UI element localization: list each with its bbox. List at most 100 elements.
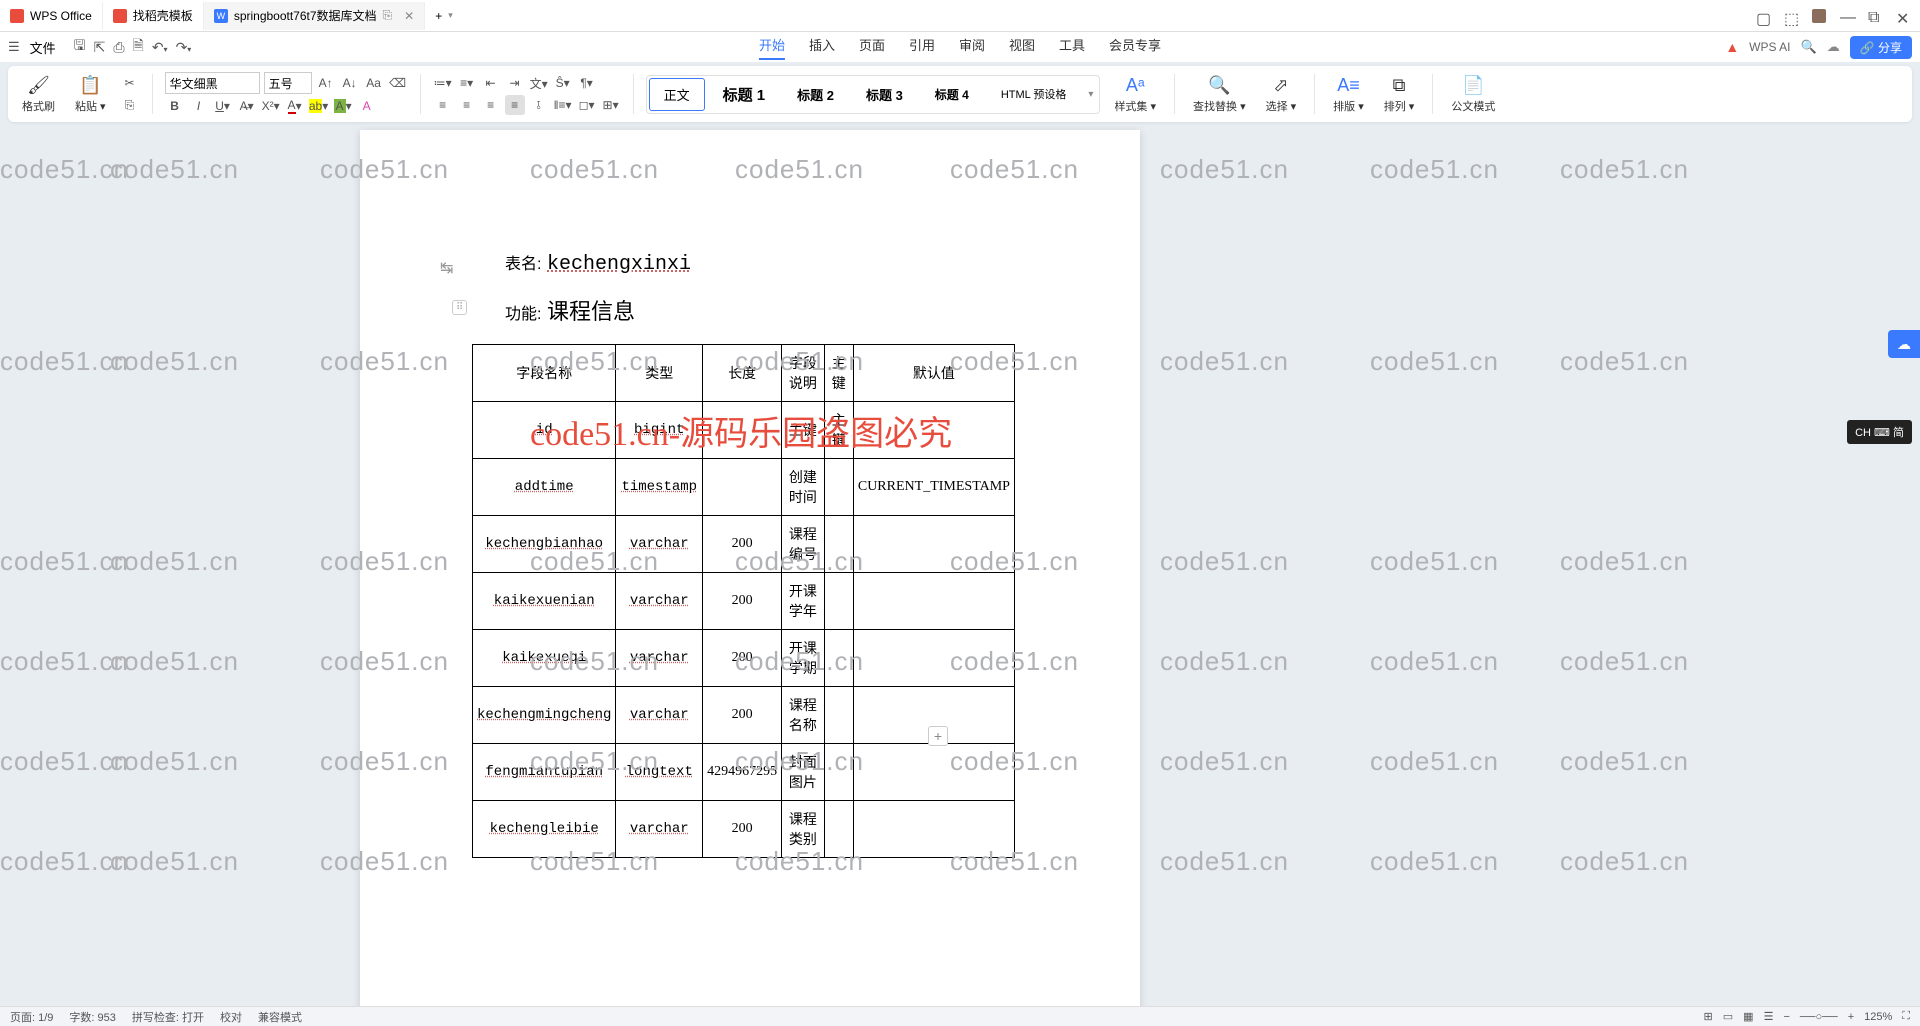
export-icon[interactable]: ⇱	[94, 39, 106, 56]
table-cell[interactable]: 创建时间	[782, 459, 825, 516]
style-h2[interactable]: 标题 2	[783, 79, 848, 110]
hamburger-icon[interactable]: ☰	[8, 39, 20, 55]
table-cell[interactable]: 课程类别	[782, 801, 825, 858]
view-print-icon[interactable]: ⊞	[1704, 1010, 1713, 1023]
workspace-icon[interactable]: ▢	[1756, 9, 1770, 23]
tab-tools[interactable]: 工具	[1059, 35, 1085, 60]
cut-icon[interactable]: ✂	[120, 73, 140, 93]
view-web-icon[interactable]: ▦	[1743, 1010, 1753, 1023]
table-cell[interactable]: 课程名称	[782, 687, 825, 744]
schema-table[interactable]: 字段名称 类型 长度 字段说明 主键 默认值 idbigint主键主键addti…	[472, 344, 1015, 858]
table-cell[interactable]	[703, 459, 782, 516]
text-direction-icon[interactable]: 文▾	[529, 73, 549, 93]
borders-icon[interactable]: ⊞▾	[601, 95, 621, 115]
tab-review[interactable]: 审阅	[959, 35, 985, 60]
status-page[interactable]: 页面: 1/9	[10, 1009, 53, 1025]
tab-home[interactable]: 开始	[759, 35, 785, 60]
style-html[interactable]: HTML 预设格	[987, 80, 1081, 108]
table-row[interactable]: addtimetimestamp创建时间CURRENT_TIMESTAMP	[473, 459, 1015, 516]
status-spell[interactable]: 拼写检查: 打开	[132, 1009, 204, 1025]
shading-icon[interactable]: A▾	[333, 96, 353, 116]
table-cell[interactable]: varchar	[616, 687, 703, 744]
arrange-button[interactable]: ⧉ 排列 ▾	[1378, 75, 1421, 114]
table-row[interactable]: kaikexueqivarchar200开课学期	[473, 630, 1015, 687]
app-tab-templates[interactable]: 找稻壳模板	[103, 2, 204, 30]
view-read-icon[interactable]: ▭	[1723, 1010, 1733, 1023]
cube-icon[interactable]: ⬚	[1784, 9, 1798, 23]
status-proof[interactable]: 校对	[220, 1009, 242, 1025]
align-left-icon[interactable]: ≡	[433, 95, 453, 115]
increase-indent-icon[interactable]: ⇥	[505, 73, 525, 93]
table-cell[interactable]	[853, 402, 1014, 459]
table-cell[interactable]	[703, 402, 782, 459]
style-set-button[interactable]: Aᵃ 样式集 ▾	[1108, 75, 1162, 114]
line-spacing-icon[interactable]: ‖≡▾	[553, 95, 573, 115]
table-cell[interactable]: 开课学年	[782, 573, 825, 630]
redo-icon[interactable]: ↷▾	[176, 39, 192, 56]
table-cell[interactable]: fengmiantupian	[473, 744, 616, 801]
close-window-icon[interactable]: ✕	[1896, 9, 1910, 23]
align-right-icon[interactable]: ≡	[481, 95, 501, 115]
highlight-icon[interactable]: ab▾	[309, 96, 329, 116]
table-row[interactable]: kaikexuenianvarchar200开课学年	[473, 573, 1015, 630]
number-list-icon[interactable]: ≡▾	[457, 73, 477, 93]
table-cell[interactable]	[853, 630, 1014, 687]
distribute-icon[interactable]: ⫱	[529, 95, 549, 115]
paragraph-mark-icon[interactable]: ¶▾	[577, 73, 597, 93]
table-cell[interactable]	[824, 687, 853, 744]
zoom-slider[interactable]: ──○──	[1800, 1011, 1838, 1023]
add-row-button[interactable]: +	[928, 726, 948, 746]
zoom-value[interactable]: 125%	[1864, 1011, 1892, 1023]
table-cell[interactable]: 课程编号	[782, 516, 825, 573]
table-cell[interactable]: 4294967295	[703, 744, 782, 801]
table-row[interactable]: kechengbianhaovarchar200课程编号	[473, 516, 1015, 573]
table-cell[interactable]	[853, 744, 1014, 801]
new-tab-button[interactable]: + ▾	[425, 2, 463, 30]
app-tab-document[interactable]: W springboott76t7数据库文档 ⎘ ✕	[204, 2, 425, 30]
underline-icon[interactable]: U▾	[213, 96, 233, 116]
cloud-panel-icon[interactable]: ☁	[1888, 330, 1920, 358]
table-cell[interactable]	[853, 573, 1014, 630]
table-cell[interactable]: 开课学期	[782, 630, 825, 687]
table-cell[interactable]: 200	[703, 573, 782, 630]
table-cell[interactable]: kechengbianhao	[473, 516, 616, 573]
table-row[interactable]: fengmiantupianlongtext4294967295封面图片	[473, 744, 1015, 801]
change-case-icon[interactable]: Aa	[364, 73, 384, 93]
paste-button[interactable]: 📋 粘贴 ▾	[69, 75, 112, 114]
wpsai-label[interactable]: WPS AI	[1749, 40, 1790, 54]
table-cell[interactable]: varchar	[616, 801, 703, 858]
table-cell[interactable]: 200	[703, 801, 782, 858]
strike-icon[interactable]: A̶▾	[237, 96, 257, 116]
cloud-icon[interactable]: ☁	[1827, 39, 1840, 55]
tab-insert[interactable]: 插入	[809, 35, 835, 60]
font-name-select[interactable]	[165, 72, 260, 94]
official-mode-button[interactable]: 📄 公文模式	[1445, 75, 1501, 114]
fit-icon[interactable]: ⛶	[1902, 1010, 1910, 1023]
style-body[interactable]: 正文	[649, 78, 705, 111]
status-compat[interactable]: 兼容模式	[258, 1009, 302, 1025]
table-cell[interactable]: kaikexueqi	[473, 630, 616, 687]
search-icon[interactable]: 🔍	[1801, 39, 1817, 55]
format-painter-button[interactable]: 🖌 格式刷	[16, 75, 61, 114]
font-effect-icon[interactable]: A	[357, 96, 377, 116]
table-cell[interactable]: CURRENT_TIMESTAMP	[853, 459, 1014, 516]
function-line[interactable]: 功能: 课程信息	[505, 294, 1080, 326]
tab-page[interactable]: 页面	[859, 35, 885, 60]
select-button[interactable]: ⬀ 选择 ▾	[1260, 75, 1303, 114]
table-cell[interactable]: bigint	[616, 402, 703, 459]
table-cell[interactable]: varchar	[616, 516, 703, 573]
bold-icon[interactable]: B	[165, 96, 185, 116]
gallery-more-icon[interactable]: ▾	[1084, 89, 1097, 100]
table-cell[interactable]	[824, 744, 853, 801]
table-cell[interactable]: 200	[703, 516, 782, 573]
print-preview-icon[interactable]: 🗎	[133, 35, 144, 59]
italic-icon[interactable]: I	[189, 96, 209, 116]
align-center-icon[interactable]: ≡	[457, 95, 477, 115]
print-icon[interactable]: ⎙	[113, 39, 124, 56]
avatar-icon[interactable]	[1812, 9, 1826, 23]
document-page[interactable]: ↹ 表名: kechengxinxi ⠿ 功能: 课程信息 字段名称 类型 长度…	[360, 130, 1140, 1006]
para-shading-icon[interactable]: ◻▾	[577, 95, 597, 115]
bullet-list-icon[interactable]: ≔▾	[433, 73, 453, 93]
status-words[interactable]: 字数: 953	[69, 1009, 115, 1025]
clear-format-icon[interactable]: ⌫	[388, 73, 408, 93]
